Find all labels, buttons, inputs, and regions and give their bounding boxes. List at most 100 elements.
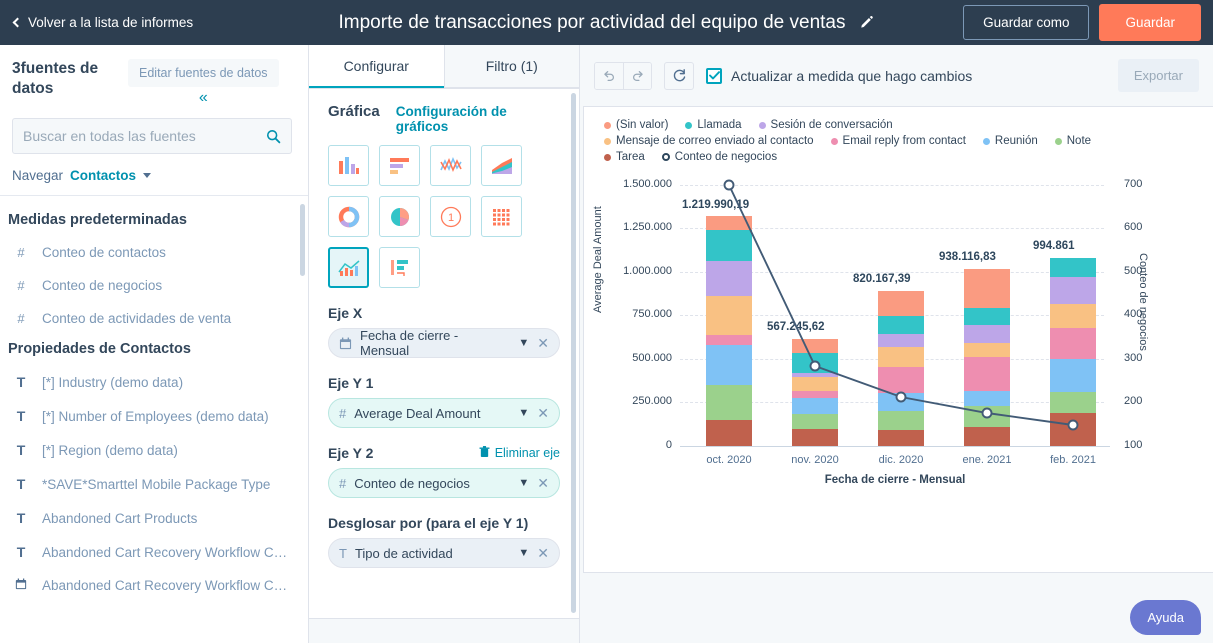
legend-item-reunion[interactable]: Reunión [982,135,1038,147]
y2-axis-label: Eje Y 2 [328,445,374,461]
check-icon[interactable] [706,67,722,84]
table-chart-icon[interactable] [481,196,522,237]
legend-item-note[interactable]: Note [1054,135,1091,147]
legend-label: Mensaje de correo enviado al contacto [616,135,814,147]
legend-item-sesion[interactable]: Sesión de conversación [758,119,893,131]
area-chart-icon[interactable] [481,145,522,186]
legend-item-llamada[interactable]: Llamada [685,119,742,131]
bar-segment-note [878,411,924,430]
navigate-value[interactable]: Contactos [70,168,136,183]
chevron-down-icon[interactable] [143,173,152,178]
legend-item-sin-valor[interactable]: (Sin valor) [604,119,668,131]
x-axis-chip[interactable]: Fecha de cierre - Mensual ▼ ✕ [328,328,560,358]
tab-configurar[interactable]: Configurar [309,45,444,88]
calendar-icon [339,337,352,350]
bar-segment-email-reply [878,367,924,393]
bar-oct-2020[interactable] [706,216,752,446]
bar-segment-reunion [878,393,924,411]
bar-segment-tarea [706,420,752,446]
field-row-number-of-employees[interactable]: T [*] Number of Employees (demo data) [0,399,308,433]
chevron-down-icon[interactable]: ▼ [518,337,529,349]
field-row-industry[interactable]: T [*] Industry (demo data) [0,365,308,399]
hash-icon: # [339,475,347,491]
field-label: [*] Number of Employees (demo data) [42,408,269,424]
legend-item-tarea[interactable]: Tarea [604,151,645,163]
horizontal-bar-chart-icon[interactable] [379,145,420,186]
field-row-abandoned-cart-workflow-text[interactable]: T Abandoned Cart Recovery Workflow C… [0,535,308,569]
refresh-icon[interactable] [664,61,694,90]
y2-tick: 300 [1124,352,1143,364]
bar-dic-2020[interactable] [878,291,924,446]
y2-axis-header: Eje Y 2 Eliminar eje [328,445,560,461]
tab-filtro[interactable]: Filtro (1) [443,45,579,88]
field-row-abandoned-cart-workflow-date[interactable]: Abandoned Cart Recovery Workflow C… [0,569,308,602]
autorefresh-checkbox-row[interactable]: Actualizar a medida que hago cambios [706,67,972,84]
x-axis-title: Fecha de cierre - Mensual [824,474,966,486]
close-icon[interactable]: ✕ [537,475,549,492]
field-label: [*] Region (demo data) [42,442,178,458]
edit-data-sources-button[interactable]: Editar fuentes de datos [128,59,279,87]
bar-ene-2021[interactable] [964,269,1010,446]
field-label: *SAVE*Smarttel Mobile Package Type [42,476,271,492]
search-box[interactable] [12,118,292,154]
line-chart-icon[interactable] [430,145,471,186]
save-button[interactable]: Guardar [1099,4,1201,41]
save-as-button[interactable]: Guardar como [963,5,1090,40]
bar-feb-2021[interactable] [1050,258,1096,446]
search-input[interactable] [23,128,266,144]
bar-segment-sesion [706,261,752,296]
breakdown-chip[interactable]: T Tipo de actividad ▼ ✕ [328,538,560,568]
pencil-icon[interactable] [859,15,874,30]
config-panel: Configurar Filtro (1) Gráfica Configurac… [309,45,580,643]
export-button[interactable]: Exportar [1117,59,1199,92]
y1-axis-chip[interactable]: # Average Deal Amount ▼ ✕ [328,398,560,428]
bar-segment-llamada [706,230,752,261]
funnel-chart-icon[interactable] [379,247,420,288]
config-panel-footer [309,618,579,643]
search-icon[interactable] [266,129,281,144]
undo-icon[interactable] [595,62,623,89]
field-label: Abandoned Cart Recovery Workflow C… [42,544,288,560]
chevron-down-icon[interactable]: ▼ [518,547,529,559]
gridline [680,185,1104,186]
redo-icon[interactable] [623,62,651,89]
bar-segment-email-reply [706,335,752,345]
field-row-smarttel-package[interactable]: T *SAVE*Smarttel Mobile Package Type [0,467,308,501]
donut-chart-icon[interactable] [328,196,369,237]
bar-total-label-feb-2021: 994.861 [1033,240,1075,252]
config-panel-scrollbar[interactable] [571,93,576,613]
field-row-abandoned-cart-products[interactable]: T Abandoned Cart Products [0,501,308,535]
close-icon[interactable]: ✕ [537,545,549,562]
field-row-region[interactable]: T [*] Region (demo data) [0,433,308,467]
field-row-conteo-negocios[interactable]: # Conteo de negocios [0,269,308,302]
config-body: Gráfica Configuración de gráficos 1 Eje … [309,89,579,568]
legend-item-mensaje-correo[interactable]: Mensaje de correo enviado al contacto [604,135,814,147]
field-row-conteo-actividades[interactable]: # Conteo de actividades de venta [0,302,308,335]
help-button[interactable]: Ayuda [1130,600,1201,635]
pie-chart-icon[interactable] [379,196,420,237]
chevron-down-icon[interactable]: ▼ [518,407,529,419]
sources-count-label: 3fuentes de datos [12,60,99,97]
y-tick: 750.000 [632,308,672,320]
chart-settings-link[interactable]: Configuración de gráficos [396,104,560,134]
combo-chart-icon[interactable] [328,247,369,288]
x-tick: dic. 2020 [878,454,924,466]
close-icon[interactable]: ✕ [537,405,549,422]
back-to-reports-link[interactable]: Volver a la lista de informes [12,15,193,30]
remove-axis-button[interactable]: Eliminar eje [479,445,560,461]
sidebar-scrollbar[interactable] [300,204,305,276]
legend-item-email-reply[interactable]: Email reply from contact [830,135,966,147]
close-icon[interactable]: ✕ [537,335,549,352]
legend-label: Tarea [616,151,645,163]
vertical-bar-chart-icon[interactable] [328,145,369,186]
bar-nov-2020[interactable] [792,339,838,446]
chevron-down-icon[interactable]: ▼ [518,477,529,489]
legend-item-conteo-negocios[interactable]: Conteo de negocios [661,151,777,163]
collapse-sidebar-icon[interactable]: « [199,90,208,106]
x-axis-label: Eje X [328,305,363,321]
bar-segment-email-reply [964,357,1010,391]
single-value-icon[interactable]: 1 [430,196,471,237]
y2-axis-chip[interactable]: # Conteo de negocios ▼ ✕ [328,468,560,498]
topbar-actions: Guardar como Guardar [963,4,1201,41]
field-row-conteo-contactos[interactable]: # Conteo de contactos [0,236,308,269]
